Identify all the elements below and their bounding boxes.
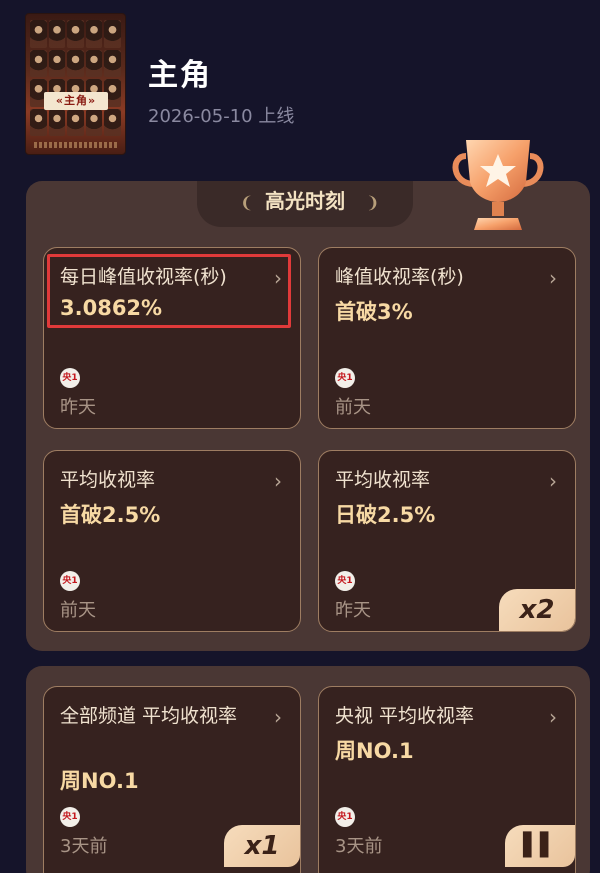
- card-time: 昨天: [60, 397, 96, 418]
- card-title: 每日峰值收视率(秒): [60, 266, 227, 288]
- card-value: 周NO.1: [60, 769, 139, 793]
- multiplier-badge: x2: [499, 589, 575, 631]
- multiplier-badge: x1: [224, 825, 300, 867]
- card-time: 前天: [60, 600, 96, 621]
- show-poster[interactable]: «主角»: [25, 13, 126, 155]
- card-peak-rating[interactable]: 峰值收视率(秒) › 首破3% 央1 前天: [318, 247, 576, 429]
- card-title: 峰值收视率(秒): [335, 266, 464, 288]
- cctv1-logo-icon: 央1: [60, 807, 80, 827]
- card-daily-peak-rating[interactable]: 每日峰值收视率(秒) › 3.0862% 央1 昨天: [43, 247, 301, 429]
- card-title: 央视 平均收视率: [335, 705, 475, 727]
- card-time: 3天前: [60, 836, 108, 857]
- chevron-right-icon: ›: [274, 469, 282, 493]
- chevron-right-icon: ›: [549, 469, 557, 493]
- chevron-right-icon: ›: [549, 705, 557, 729]
- poster-credits: [34, 142, 117, 148]
- card-all-channels-weekly[interactable]: 全部频道 平均收视率 › 周NO.1 央1 3天前 x1: [43, 686, 301, 873]
- card-title: 平均收视率: [335, 469, 431, 491]
- card-title: 平均收视率: [60, 469, 156, 491]
- trophy-icon: [452, 140, 544, 230]
- chevron-right-icon: ›: [549, 266, 557, 290]
- poster-title: «主角»: [44, 92, 108, 110]
- multiplier-badge-partial: ▌▌: [505, 825, 575, 867]
- release-date: 2026-05-10 上线: [148, 106, 295, 127]
- cctv1-logo-icon: 央1: [335, 368, 355, 388]
- card-title: 全部频道 平均收视率: [60, 705, 238, 727]
- card-value: 周NO.1: [335, 739, 414, 763]
- section-title: 高光时刻: [265, 189, 345, 213]
- card-value: 日破2.5%: [335, 503, 436, 527]
- cctv1-logo-icon: 央1: [335, 571, 355, 591]
- card-value: 首破2.5%: [60, 503, 161, 527]
- poster-cast-grid: [30, 20, 121, 136]
- card-time: 前天: [335, 397, 371, 418]
- cctv1-logo-icon: 央1: [60, 368, 80, 388]
- cctv1-logo-icon: 央1: [335, 807, 355, 827]
- card-average-rating-daily[interactable]: 平均收视率 › 日破2.5% 央1 昨天 x2: [318, 450, 576, 632]
- laurel-right-icon: ❩: [366, 193, 380, 212]
- card-average-rating-first[interactable]: 平均收视率 › 首破2.5% 央1 前天: [43, 450, 301, 632]
- show-title: 主角: [148, 58, 212, 93]
- card-time: 3天前: [335, 836, 383, 857]
- chevron-right-icon: ›: [274, 266, 282, 290]
- card-value: 3.0862%: [60, 296, 163, 320]
- chevron-right-icon: ›: [274, 705, 282, 729]
- card-cctv-weekly[interactable]: 央视 平均收视率 › 周NO.1 央1 3天前 ▌▌: [318, 686, 576, 873]
- card-value: 首破3%: [335, 300, 413, 324]
- card-time: 昨天: [335, 600, 371, 621]
- cctv1-logo-icon: 央1: [60, 571, 80, 591]
